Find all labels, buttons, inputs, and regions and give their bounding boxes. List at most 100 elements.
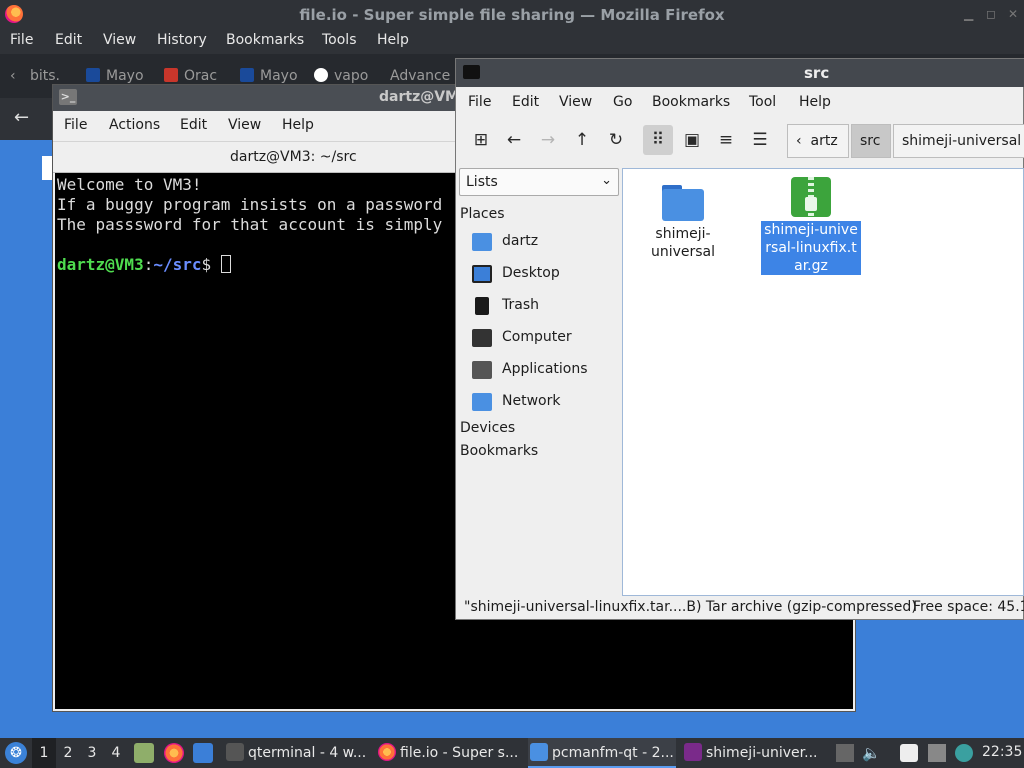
breadcrumb-child[interactable]: shimeji-universal [893,124,1024,158]
file-manager-launcher-icon[interactable] [134,743,154,763]
sidebar-section-devices[interactable]: Devices [460,420,515,436]
mayo-favicon-icon [86,68,100,82]
maximize-icon[interactable]: ◻ [986,7,996,21]
terminal-menu-view[interactable]: View [228,117,261,133]
firefox-menu-edit[interactable]: Edit [55,32,82,48]
taskbar-task-file-manager[interactable]: pcmanfm-qt - 2... [528,738,676,768]
compact-view-icon[interactable]: ≡ [711,125,741,155]
home-folder-icon [472,233,492,251]
volume-icon[interactable]: 🔈 [862,744,881,762]
back-arrow-icon[interactable]: ← [14,107,29,128]
clock[interactable]: 22:35 [982,744,1022,760]
minimize-icon[interactable]: ▁ [964,7,973,21]
firefox-menubar: File Edit View History Bookmarks Tools H… [0,30,1024,54]
firefox-titlebar: file.io - Super simple file sharing — Mo… [0,0,1024,30]
chevron-left-icon[interactable]: ‹ [796,133,802,149]
terminal-icon: >_ [59,89,77,105]
breadcrumb-parent[interactable]: ‹ artz [787,124,849,158]
firefox-tab[interactable]: Orac [164,68,217,84]
detailed-list-view-icon[interactable]: ☰ [745,125,775,155]
tray-up-icon[interactable] [836,744,854,762]
network-icon[interactable] [928,744,946,762]
forward-icon[interactable]: → [533,125,563,155]
sidebar-item-computer[interactable]: Computer [472,327,617,351]
file-manager-menubar: File Edit View Go Bookmarks Tool Help [456,87,1024,117]
fm-menu-view[interactable]: View [559,94,592,110]
file-item-archive[interactable]: shimeji-universal-linuxfix.tar.gz [761,177,861,275]
applications-icon [472,361,492,379]
firefox-launcher-icon[interactable] [164,743,184,763]
taskbar: ❂ 1 2 3 4 qterminal - 4 w... file.io - S… [0,738,1024,768]
prompt-symbol: $ [201,255,212,274]
terminal-menu-help[interactable]: Help [282,117,314,133]
folder-icon [662,185,704,221]
firefox-tab[interactable]: bits. [30,68,60,84]
taskbar-task-firefox[interactable]: file.io - Super s... [376,738,524,768]
terminal-menu-edit[interactable]: Edit [180,117,207,133]
places-sidebar: Places dartz Desktop Trash Computer Appl… [456,204,621,459]
new-tab-icon[interactable]: ⊞ [466,125,496,155]
firefox-menu-bookmarks[interactable]: Bookmarks [226,32,304,48]
file-item-label: shimeji-universal-linuxfix.tar.gz [761,221,861,275]
firefox-menu-view[interactable]: View [103,32,136,48]
file-manager-titlebar[interactable]: src [456,59,1024,87]
google-favicon-icon [314,68,328,82]
reload-icon[interactable]: ↻ [601,125,631,155]
sidebar-item-network[interactable]: Network [472,391,617,415]
taskbar-task-terminal[interactable]: qterminal - 4 w... [224,738,372,768]
firefox-menu-history[interactable]: History [157,32,207,48]
chevron-down-icon: ⌄ [601,173,612,188]
firefox-tab[interactable]: vapo [314,68,368,84]
firefox-menu-file[interactable]: File [10,32,33,48]
java-app-icon [684,743,702,761]
sidebar-section-bookmarks[interactable]: Bookmarks [460,443,538,459]
firefox-menu-help[interactable]: Help [377,32,409,48]
file-view[interactable]: shimeji-universal shimeji-universal-linu… [622,168,1024,596]
fm-menu-go[interactable]: Go [613,94,632,110]
computer-icon [472,329,492,347]
back-icon[interactable]: ← [499,125,529,155]
firefox-menu-tools[interactable]: Tools [322,32,357,48]
show-desktop-icon[interactable] [193,743,213,763]
trash-icon [475,297,489,315]
firefox-tab[interactable]: Advance [390,68,450,84]
file-item-folder[interactable]: shimeji-universal [633,177,733,261]
close-icon[interactable]: ✕ [1008,7,1018,21]
firefox-window-title: file.io - Super simple file sharing — Mo… [299,6,725,24]
fm-menu-edit[interactable]: Edit [512,94,539,110]
desktop-icon [472,265,492,283]
workspace-4[interactable]: 4 [104,738,128,768]
folder-window-icon [463,65,480,79]
sidebar-item-applications[interactable]: Applications [472,359,617,383]
clipboard-icon[interactable] [900,744,918,762]
fm-menu-tool[interactable]: Tool [749,94,776,110]
up-icon[interactable]: ↑ [567,125,597,155]
fm-menu-file[interactable]: File [468,94,491,110]
sidebar-item-trash[interactable]: Trash [472,295,617,319]
firefox-icon [378,743,396,761]
sidebar-item-desktop[interactable]: Desktop [472,263,617,287]
workspace-2[interactable]: 2 [56,738,80,768]
firefox-tab[interactable]: Mayo [86,68,144,84]
workspace-3[interactable]: 3 [80,738,104,768]
sidebar-section-places[interactable]: Places [460,206,505,222]
sidebar-item-dartz[interactable]: dartz [472,231,617,255]
terminal-menu-actions[interactable]: Actions [109,117,160,133]
fm-menu-help[interactable]: Help [799,94,831,110]
taskbar-task-shimeji[interactable]: shimeji-univer... [682,738,830,768]
side-pane-mode-select[interactable]: Lists ⌄ [459,168,619,196]
breadcrumb-current[interactable]: src [851,124,891,158]
thumbnail-view-icon[interactable]: ▣ [677,125,707,155]
workspace-1[interactable]: 1 [32,738,56,768]
firefox-tab[interactable]: Mayo [240,68,298,84]
terminal-window-title: dartz@VM [379,89,459,105]
terminal-menu-file[interactable]: File [64,117,87,133]
oracle-favicon-icon [164,68,178,82]
folder-icon [530,743,548,761]
start-menu-icon[interactable]: ❂ [5,742,27,764]
update-notifier-icon[interactable] [955,744,973,762]
tab-scroll-left-icon[interactable]: ‹ [10,68,16,84]
fm-menu-bookmarks[interactable]: Bookmarks [652,94,730,110]
status-bar: "shimeji-universal-linuxfix.tar....B) Ta… [456,597,1024,619]
icon-view-icon[interactable]: ⠿ [643,125,673,155]
